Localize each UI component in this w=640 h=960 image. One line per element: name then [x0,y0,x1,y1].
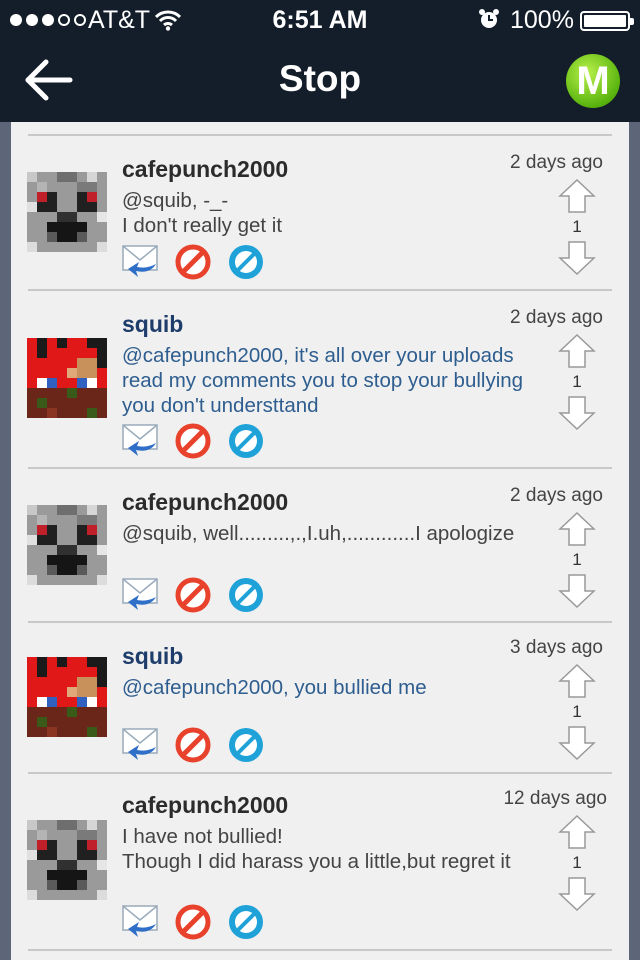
avatar [27,172,107,252]
vote-count: 1 [572,372,582,391]
comment-username[interactable]: squib [122,643,183,670]
upvote-icon[interactable] [557,178,597,214]
block-icon[interactable] [228,423,264,459]
flag-icon[interactable] [175,727,211,763]
downvote-icon[interactable] [557,240,597,276]
block-icon[interactable] [228,577,264,613]
comment-item: squib 2 days ago @cafepunch2000, it's al… [11,291,629,469]
comment-text: @cafepunch2000, it's all over your uploa… [122,344,524,417]
downvote-icon[interactable] [557,395,597,431]
reply-icon[interactable] [122,904,160,938]
page-title: Stop [278,58,362,99]
block-icon[interactable] [228,244,264,280]
navigation-bar: Stop M [0,40,640,122]
comment-date: 2 days ago [510,485,603,506]
vote-count: 1 [572,853,582,872]
vote-widget: 1 [557,663,601,761]
vote-widget: 1 [557,333,601,431]
comment-item: squib 3 days ago @cafepunch2000, you bul… [11,623,629,774]
comment-item: cafepunch2000 2 days ago @squib, well...… [11,469,629,623]
vote-widget: 1 [557,814,601,912]
comment-username[interactable]: squib [122,311,183,338]
comment-item: cafepunch2000 2 days ago @squib, -_- I d… [11,136,629,291]
comment-date: 12 days ago [503,788,607,809]
flag-icon[interactable] [175,244,211,280]
comment-text: @cafepunch2000, you bullied me [122,676,427,699]
reply-icon[interactable] [122,727,160,761]
vote-count: 1 [572,550,582,569]
avatar [27,505,107,585]
comments-panel[interactable]: cafepunch2000 2 days ago @squib, -_- I d… [11,122,629,960]
downvote-icon[interactable] [557,573,597,609]
upvote-icon[interactable] [557,333,597,369]
downvote-icon[interactable] [557,876,597,912]
previous-comment-actions [126,122,286,129]
logo-letter: M [576,58,610,103]
comment-username[interactable]: cafepunch2000 [122,489,288,516]
comment-date: 3 days ago [510,637,603,658]
upvote-icon[interactable] [557,814,597,850]
avatar [27,657,107,737]
reply-icon[interactable] [122,244,160,278]
vote-count: 1 [572,217,582,236]
comment-text: I have not bullied! Though I did harass … [122,825,511,873]
comment-item: cafepunch2000 12 days ago I have not bul… [11,774,629,951]
comment-username[interactable]: cafepunch2000 [122,792,288,819]
upvote-icon[interactable] [557,511,597,547]
block-icon[interactable] [228,727,264,763]
comment-date: 2 days ago [510,307,603,328]
comment-username[interactable]: cafepunch2000 [122,156,288,183]
battery-percent: 100% [510,6,574,34]
reply-icon[interactable] [122,577,160,611]
alarm-clock-icon [479,9,499,28]
comment-text: @squib, well.........,.,I.uh,...........… [122,522,515,545]
app-logo-button[interactable]: M [566,54,620,108]
reply-icon[interactable] [122,423,160,457]
comment-date: 2 days ago [510,152,603,173]
downvote-icon[interactable] [557,725,597,761]
block-icon[interactable] [228,904,264,940]
avatar [27,820,107,900]
vote-widget: 1 [557,511,601,609]
comment-text: @squib, -_- I don't really get it [122,189,283,237]
avatar [27,338,107,418]
vote-count: 1 [572,702,582,721]
flag-icon[interactable] [175,423,211,459]
battery-icon [580,11,634,31]
divider [28,949,612,951]
flag-icon[interactable] [175,577,211,613]
upvote-icon[interactable] [557,663,597,699]
status-bar: AT&T 6:51 AM 100% [0,0,640,40]
vote-widget: 1 [557,178,601,276]
flag-icon[interactable] [175,904,211,940]
